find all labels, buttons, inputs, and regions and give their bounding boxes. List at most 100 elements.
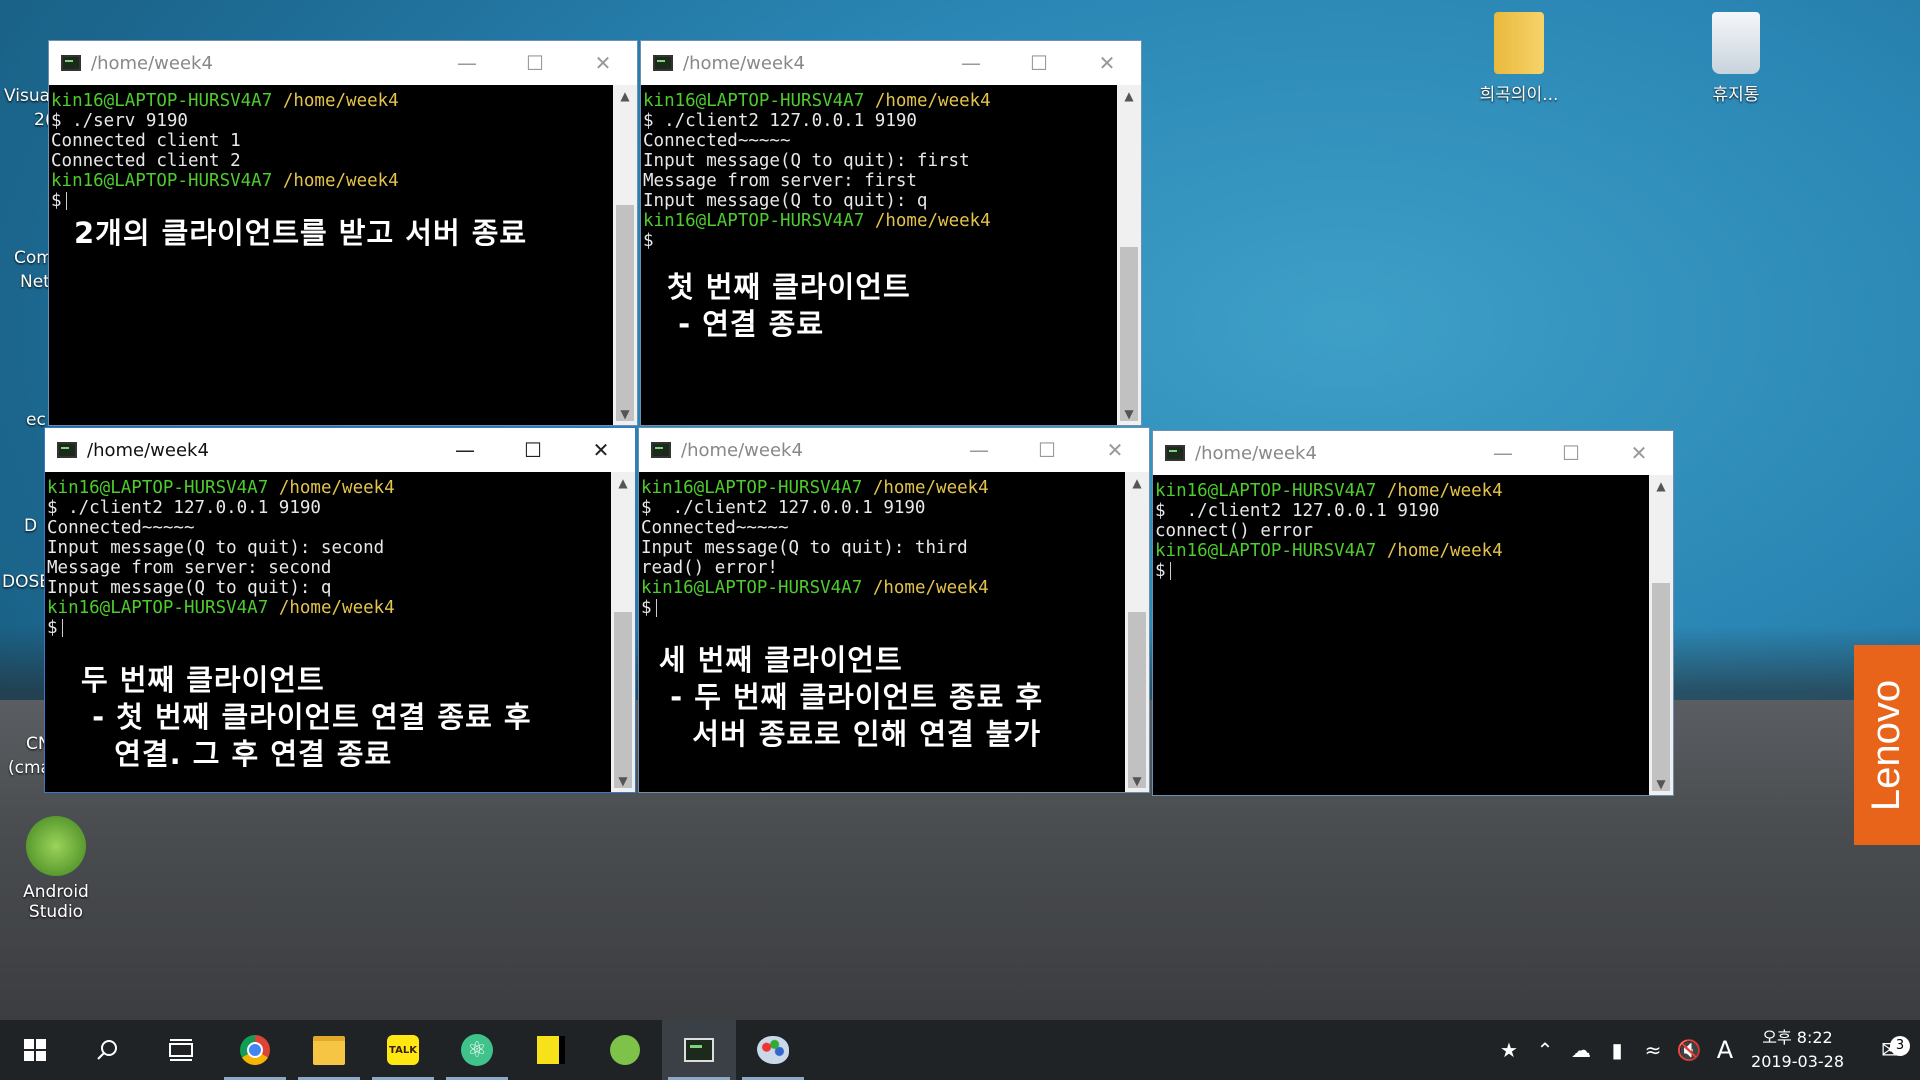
terminal-input-line[interactable]: $ [641,231,1117,251]
close-button[interactable]: ✕ [1605,431,1673,475]
prompt-line: kin16@LAPTOP-HURSV4A7 /home/week4 [641,478,989,498]
vertical-scrollbar[interactable]: ▲ ▼ [1117,85,1141,425]
terminal-window-server[interactable]: /home/week4 — ☐ ✕ kin16@LAPTOP-HURSV4A7 … [48,40,638,426]
maximize-button[interactable]: ☐ [499,428,567,472]
window-titlebar[interactable]: /home/week4 — ☐ ✕ [45,428,635,472]
android-studio-icon [610,1035,640,1065]
onedrive-icon[interactable]: ☁ [1563,1038,1599,1062]
action-center-button[interactable]: ✉ 3 [1862,1036,1920,1064]
scroll-down-icon[interactable]: ▼ [1125,770,1149,792]
annotation-text: 세 번째 클라이언트 - 두 번째 클라이언트 종료 후 서버 종료로 인해 연… [659,643,1044,751]
terminal-window-client-3[interactable]: /home/week4 — ☐ ✕ kin16@LAPTOP-HURSV4A7 … [638,427,1150,793]
scroll-down-icon[interactable]: ▼ [613,403,637,425]
desktop-icon-android-studio[interactable]: Android Studio [10,816,102,922]
terminal-output[interactable]: kin16@LAPTOP-HURSV4A7 /home/week4 $ ./se… [49,85,613,425]
window-title: /home/week4 [683,52,805,74]
terminal-line: $ ./serv 9190 [51,111,188,131]
clock[interactable]: 오후 8:22 2019-03-28 [1751,1026,1844,1074]
window-titlebar[interactable]: /home/week4 — ☐ ✕ [641,41,1141,85]
folder-zip-icon [1494,12,1544,74]
people-icon[interactable]: ★ [1491,1038,1527,1062]
taskbar-app-paint[interactable] [736,1020,810,1080]
maximize-button[interactable]: ☐ [1005,41,1073,85]
minimize-button[interactable]: — [945,428,1013,472]
wifi-icon[interactable]: ≈ [1635,1038,1671,1062]
scroll-up-icon[interactable]: ▲ [1649,475,1673,497]
text-cursor [655,599,657,617]
terminal-line: read() error! [641,558,778,578]
taskbar-app-android-studio[interactable] [588,1020,662,1080]
terminal-window-client-rejected[interactable]: /home/week4 — ☐ ✕ kin16@LAPTOP-HURSV4A7 … [1152,430,1674,796]
scroll-up-icon[interactable]: ▲ [1125,472,1149,494]
minimize-button[interactable]: — [1469,431,1537,475]
terminal-input-line[interactable]: $ [1153,561,1649,581]
scroll-down-icon[interactable]: ▼ [1117,403,1141,425]
clock-time: 오후 8:22 [1762,1028,1833,1047]
volume-muted-icon[interactable]: 🔇 [1671,1038,1707,1062]
maximize-button[interactable]: ☐ [1013,428,1081,472]
scroll-up-icon[interactable]: ▲ [1117,85,1141,107]
scroll-up-icon[interactable]: ▲ [613,85,637,107]
terminal-input-line[interactable]: $ [49,191,613,211]
taskbar-app-atom[interactable]: ⚛ [440,1020,514,1080]
terminal-input-line[interactable]: $ [45,618,611,638]
prompt-line: kin16@LAPTOP-HURSV4A7 /home/week4 [51,171,399,191]
maximize-button[interactable]: ☐ [1537,431,1605,475]
terminal-app-icon [61,55,81,71]
start-button[interactable] [0,1020,70,1080]
scrollbar-thumb[interactable] [614,612,632,788]
close-button[interactable]: ✕ [1081,428,1149,472]
terminal-line: Input message(Q to quit): q [47,578,332,598]
battery-icon[interactable]: ▮ [1599,1038,1635,1062]
maximize-button[interactable]: ☐ [501,41,569,85]
vertical-scrollbar[interactable]: ▲ ▼ [611,472,635,792]
scroll-up-icon[interactable]: ▲ [611,472,635,494]
vertical-scrollbar[interactable]: ▲ ▼ [1125,472,1149,792]
window-title: /home/week4 [91,52,213,74]
close-button[interactable]: ✕ [569,41,637,85]
desktop-icon-zip-folder[interactable]: 희곡의이... [1464,12,1574,105]
close-button[interactable]: ✕ [567,428,635,472]
minimize-button[interactable]: — [937,41,1005,85]
taskbar-app-sticky-notes[interactable] [514,1020,588,1080]
minimize-button[interactable]: — [431,428,499,472]
prompt-line: kin16@LAPTOP-HURSV4A7 /home/week4 [1155,481,1503,501]
vertical-scrollbar[interactable]: ▲ ▼ [613,85,637,425]
desktop-icon-label: 희곡의이... [1479,85,1559,105]
terminal-line: Input message(Q to quit): second [47,538,385,558]
window-titlebar[interactable]: /home/week4 — ☐ ✕ [49,41,637,85]
taskbar-app-file-explorer[interactable] [292,1020,366,1080]
task-view-button[interactable] [144,1020,218,1080]
scroll-down-icon[interactable]: ▼ [1649,773,1673,795]
terminal-output[interactable]: kin16@LAPTOP-HURSV4A7 /home/week4 $ ./cl… [641,85,1117,425]
terminal-window-client-2[interactable]: /home/week4 — ☐ ✕ kin16@LAPTOP-HURSV4A7 … [44,427,636,793]
scrollbar-thumb[interactable] [1120,247,1138,421]
scrollbar-thumb[interactable] [1128,612,1146,788]
annotation-text: 첫 번째 클라이언트 - 연결 종료 [667,270,911,341]
desktop-icon-label: Android Studio [23,882,89,922]
close-button[interactable]: ✕ [1073,41,1141,85]
window-titlebar[interactable]: /home/week4 — ☐ ✕ [639,428,1149,472]
chevron-up-icon[interactable]: ⌃ [1527,1038,1563,1062]
desktop-icon-recycle-bin[interactable]: 휴지통 [1690,12,1782,105]
taskbar-app-terminal[interactable] [662,1020,736,1080]
taskbar-app-kakaotalk[interactable]: TALK [366,1020,440,1080]
search-button[interactable] [70,1020,144,1080]
windows-start-icon [24,1039,46,1061]
text-cursor [61,619,63,637]
terminal-output[interactable]: kin16@LAPTOP-HURSV4A7 /home/week4 $ ./cl… [1153,475,1649,795]
taskbar-app-chrome[interactable] [218,1020,292,1080]
terminal-window-client-1[interactable]: /home/week4 — ☐ ✕ kin16@LAPTOP-HURSV4A7 … [640,40,1142,426]
window-titlebar[interactable]: /home/week4 — ☐ ✕ [1153,431,1673,475]
minimize-button[interactable]: — [433,41,501,85]
vertical-scrollbar[interactable]: ▲ ▼ [1649,475,1673,795]
scroll-down-icon[interactable]: ▼ [611,770,635,792]
ime-indicator[interactable]: A [1707,1036,1743,1064]
scrollbar-thumb[interactable] [616,205,634,421]
terminal-output[interactable]: kin16@LAPTOP-HURSV4A7 /home/week4 $ ./cl… [45,472,611,792]
desktop-label-ec: ec [26,410,46,430]
terminal-output[interactable]: kin16@LAPTOP-HURSV4A7 /home/week4 $ ./cl… [639,472,1125,792]
terminal-input-line[interactable]: $ [639,598,1125,618]
android-studio-icon [26,816,86,876]
scrollbar-thumb[interactable] [1652,583,1670,791]
